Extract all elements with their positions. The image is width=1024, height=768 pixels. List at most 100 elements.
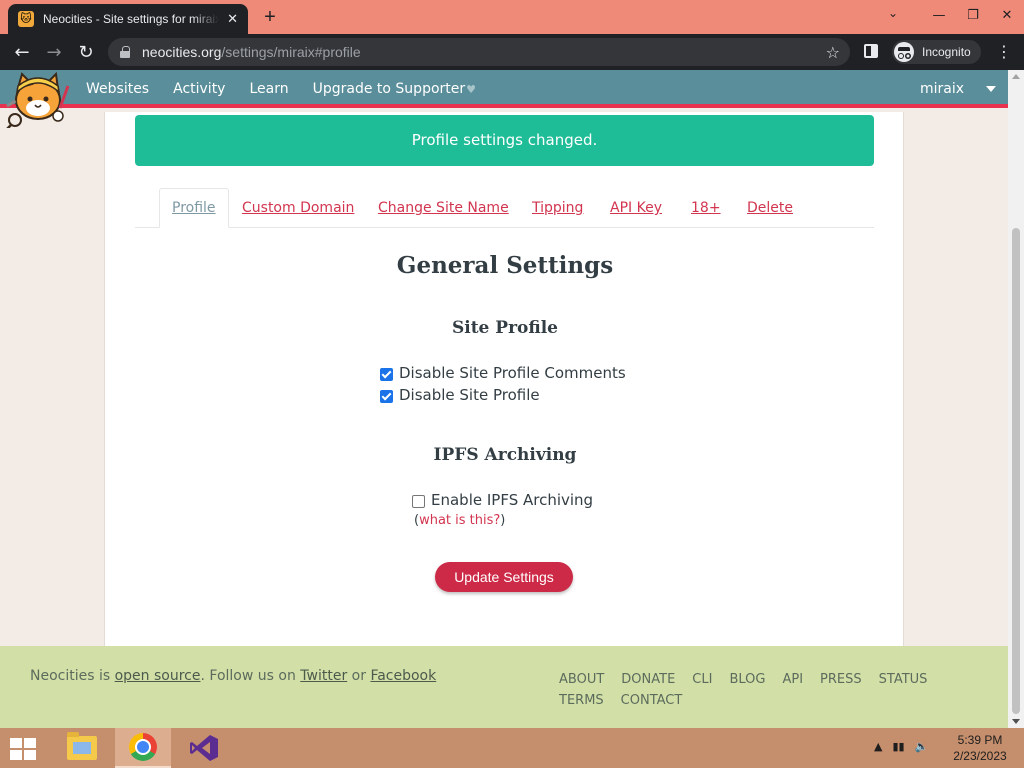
footer-follow: . Follow us on	[200, 668, 301, 684]
tab-search-chevron-icon[interactable]: ⌄	[888, 6, 898, 20]
tab-change-site-name[interactable]: Change Site Name	[378, 200, 509, 216]
disable-comments-option[interactable]: Disable Site Profile Comments	[380, 364, 626, 382]
tab-title: Neocities - Site settings for miraix	[43, 12, 220, 26]
incognito-label: Incognito	[922, 45, 971, 59]
neocities-favicon-icon: 🐱	[18, 11, 34, 27]
taskbar-file-explorer[interactable]	[54, 728, 110, 768]
close-tab-icon[interactable]: ✕	[227, 12, 238, 27]
site-footer: Neocities is open source. Follow us on T…	[0, 646, 1008, 728]
footer-or: or	[347, 668, 371, 684]
file-explorer-icon	[67, 732, 97, 760]
username: miraix	[919, 81, 964, 97]
facebook-link[interactable]: Facebook	[370, 668, 436, 684]
neocities-cat-logo[interactable]	[2, 72, 72, 128]
page-viewport: Websites Activity Learn Upgrade to Suppo…	[0, 70, 1008, 728]
page-scrollbar[interactable]	[1008, 70, 1024, 728]
page-title: General Settings	[396, 252, 614, 279]
footer-tagline: Neocities is open source. Follow us on T…	[30, 668, 436, 684]
site-header: Websites Activity Learn Upgrade to Suppo…	[0, 70, 1008, 108]
close-window-icon[interactable]: ✕	[990, 0, 1024, 30]
disable-profile-label: Disable Site Profile	[399, 386, 540, 404]
system-tray: ▲ ▮▮ 🔈	[874, 740, 938, 753]
dropdown-caret-icon	[986, 86, 996, 92]
heart-icon: ♥	[466, 83, 477, 96]
tab-profile[interactable]: Profile	[159, 188, 229, 228]
site-nav: Websites Activity Learn Upgrade to Suppo…	[86, 70, 500, 108]
clock-time: 5:39 PM	[957, 733, 1003, 747]
ipfs-heading: IPFS Archiving	[433, 445, 577, 465]
browser-tab-strip: 🐱 Neocities - Site settings for miraix ✕…	[0, 0, 1024, 34]
side-panel-icon[interactable]	[864, 44, 878, 58]
footer-link-press[interactable]: PRESS	[820, 669, 862, 690]
bookmark-star-icon[interactable]: ☆	[826, 43, 840, 62]
url-path: /settings/miraix#profile	[221, 44, 361, 60]
disable-comments-label: Disable Site Profile Comments	[399, 364, 626, 382]
nav-upgrade-to-supporter[interactable]: Upgrade to Supporter♥	[313, 81, 476, 97]
user-menu[interactable]: miraix	[920, 70, 996, 108]
nav-websites[interactable]: Websites	[86, 81, 149, 97]
site-profile-heading: Site Profile	[451, 318, 559, 338]
windows-taskbar: ▲ ▮▮ 🔈 5:39 PM 2/23/2023	[0, 728, 1024, 768]
settings-panel: Profile settings changed. Profile Custom…	[104, 112, 904, 646]
nav-upgrade-label: Upgrade to Supporter	[312, 81, 466, 97]
scroll-down-arrow-icon[interactable]	[1012, 719, 1020, 724]
footer-links: ABOUT DONATE CLI BLOG API PRESS STATUS TERMS CON…	[559, 669, 979, 711]
browser-menu-icon[interactable]: ⋮	[996, 42, 1012, 62]
clock-date: 2/23/2023	[953, 749, 1007, 763]
new-tab-button[interactable]: +	[260, 5, 280, 29]
tray-chevron-up-icon[interactable]: ▲	[874, 740, 882, 753]
footer-link-cli[interactable]: CLI	[692, 669, 712, 690]
enable-ipfs-label: Enable IPFS Archiving	[431, 491, 594, 509]
reload-icon[interactable]: ↻	[70, 36, 102, 68]
footer-link-api[interactable]: API	[782, 669, 803, 690]
minimize-icon[interactable]: —	[922, 0, 956, 30]
nav-learn[interactable]: Learn	[249, 81, 288, 97]
tab-custom-domain[interactable]: Custom Domain	[242, 200, 354, 216]
address-bar[interactable]: neocities.org/settings/miraix#profile ☆	[108, 38, 850, 66]
forward-arrow-icon[interactable]: →	[38, 36, 70, 68]
tab-18-plus[interactable]: 18+	[691, 200, 721, 216]
nav-activity[interactable]: Activity	[173, 81, 225, 97]
window-controls: — ❐ ✕	[922, 0, 1024, 34]
taskbar-chrome[interactable]	[115, 728, 171, 768]
scroll-up-arrow-icon[interactable]	[1012, 74, 1020, 79]
twitter-link[interactable]: Twitter	[300, 668, 347, 684]
open-source-link[interactable]: open source	[115, 668, 201, 684]
taskbar-clock[interactable]: 5:39 PM 2/23/2023	[948, 732, 1012, 764]
tab-tipping[interactable]: Tipping	[532, 200, 583, 216]
update-settings-button[interactable]: Update Settings	[435, 562, 573, 592]
footer-link-status[interactable]: STATUS	[879, 669, 928, 690]
disable-comments-checkbox[interactable]	[380, 368, 393, 381]
footer-link-about[interactable]: ABOUT	[559, 669, 604, 690]
visual-studio-icon	[189, 734, 219, 762]
network-icon[interactable]: ▮▮	[892, 740, 904, 753]
restore-icon[interactable]: ❐	[956, 0, 990, 30]
scrollbar-thumb[interactable]	[1012, 228, 1020, 714]
disable-profile-option[interactable]: Disable Site Profile	[380, 386, 540, 404]
lock-icon	[120, 46, 130, 58]
footer-prefix: Neocities is	[30, 668, 115, 684]
enable-ipfs-checkbox[interactable]	[412, 495, 425, 508]
footer-link-contact[interactable]: CONTACT	[621, 690, 683, 711]
windows-start-icon[interactable]	[10, 738, 38, 760]
success-alert: Profile settings changed.	[135, 115, 874, 166]
footer-link-donate[interactable]: DONATE	[621, 669, 675, 690]
disable-profile-checkbox[interactable]	[380, 390, 393, 403]
tab-api-key[interactable]: API Key	[610, 200, 662, 216]
browser-tab[interactable]: 🐱 Neocities - Site settings for miraix ✕	[8, 4, 248, 34]
volume-icon[interactable]: 🔈	[915, 740, 929, 753]
settings-tabs: Profile Custom Domain Change Site Name T…	[135, 188, 874, 228]
ipfs-help: (what is this?)	[414, 513, 505, 528]
chrome-icon	[129, 733, 157, 761]
what-is-this-link[interactable]: what is this?	[419, 513, 500, 528]
incognito-badge[interactable]: Incognito	[892, 40, 981, 64]
url-text: neocities.org/settings/miraix#profile	[142, 44, 361, 60]
enable-ipfs-option[interactable]: Enable IPFS Archiving	[412, 491, 593, 509]
footer-link-blog[interactable]: BLOG	[729, 669, 765, 690]
incognito-icon	[894, 42, 914, 62]
ipfs-help-close-paren: )	[500, 513, 506, 528]
tab-delete[interactable]: Delete	[747, 200, 793, 216]
taskbar-visual-studio[interactable]	[176, 728, 232, 768]
back-arrow-icon[interactable]: ←	[6, 36, 38, 68]
footer-link-terms[interactable]: TERMS	[559, 690, 604, 711]
